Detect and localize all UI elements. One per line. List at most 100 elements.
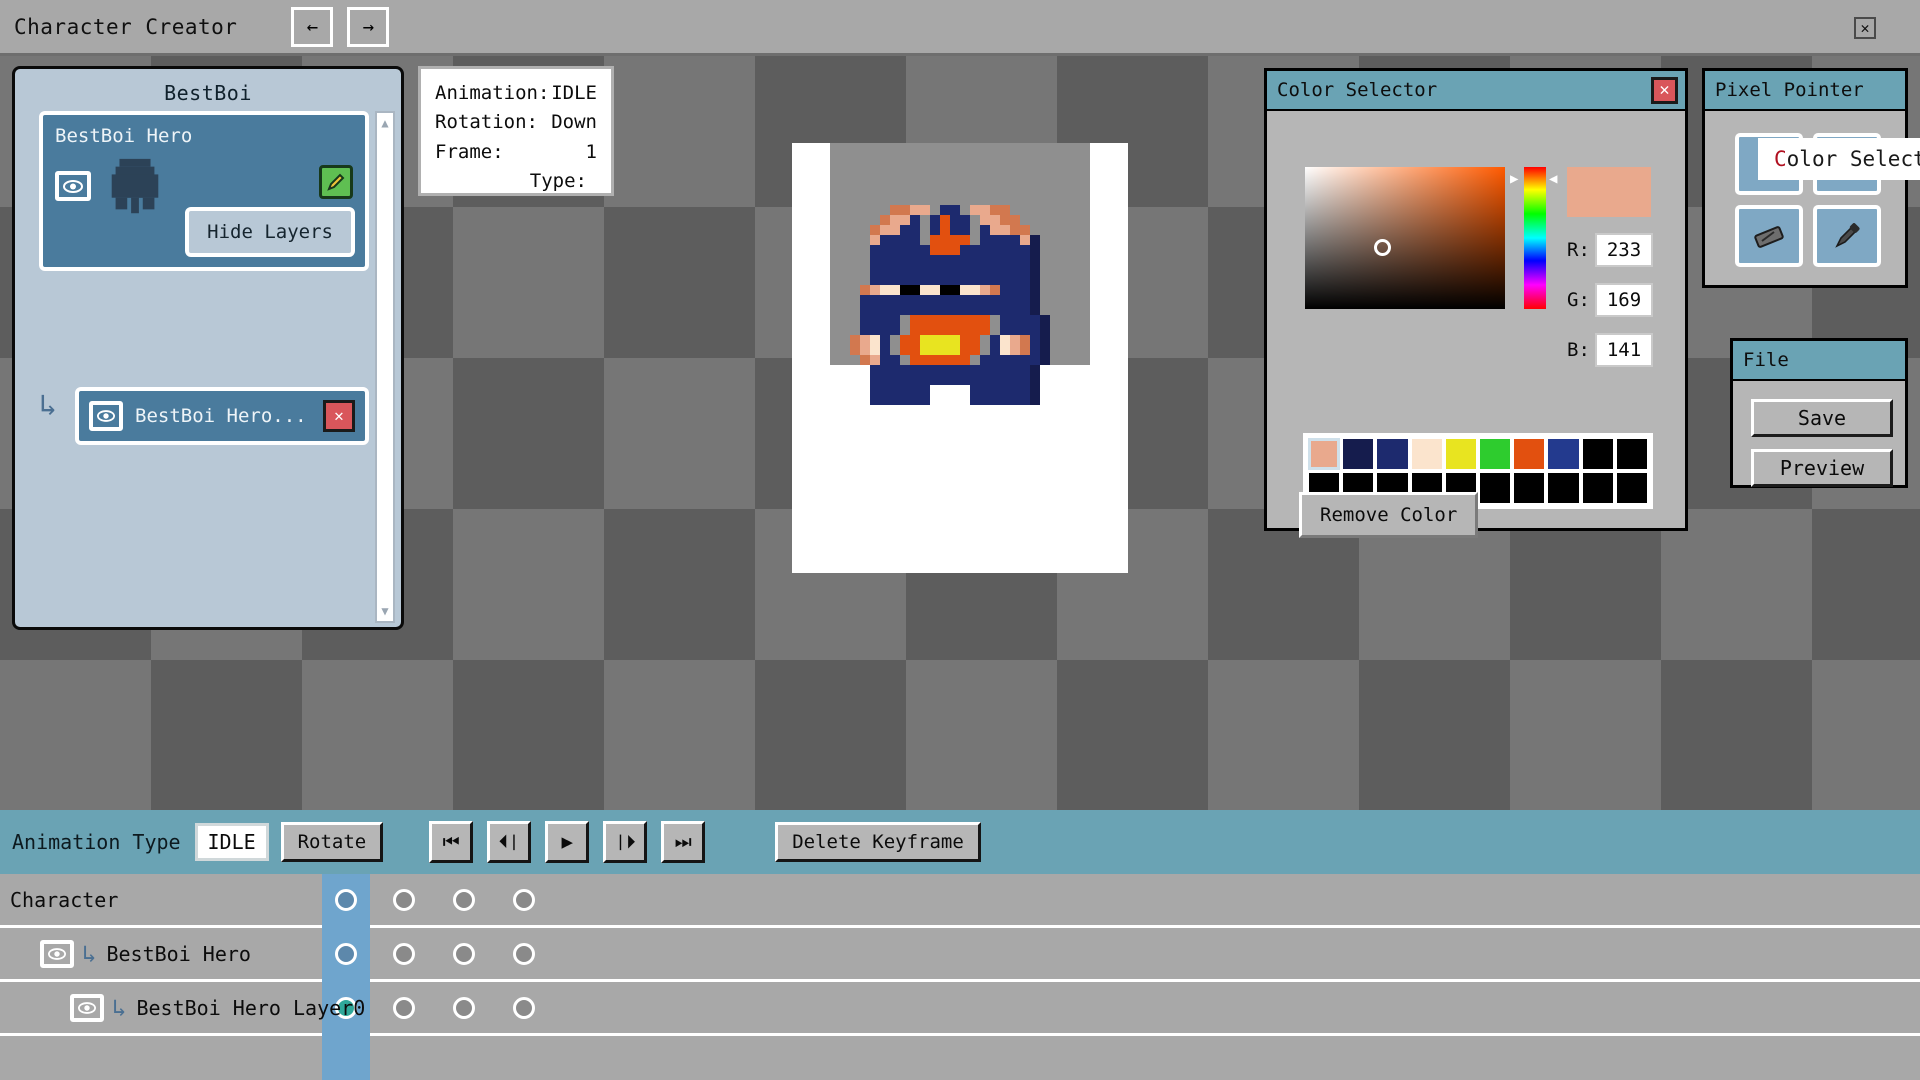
timeline-row[interactable]: ↳ BestBoi Hero Layer0 [0, 982, 1920, 1036]
palette-swatch[interactable] [1410, 438, 1443, 471]
blue-input[interactable]: 141 [1595, 333, 1653, 367]
red-channel-row: R: 233 [1567, 233, 1653, 267]
info-key: Frame: [435, 140, 504, 163]
info-value: 1 [585, 140, 597, 163]
timeline-row-label: BestBoi Hero Layer0 [136, 995, 366, 1020]
file-panel-title-bar: File [1733, 341, 1905, 381]
preview-button[interactable]: Preview [1751, 449, 1893, 487]
info-row-rotation: Rotation: Down [435, 108, 597, 137]
timeline-row[interactable]: ↳ BestBoi Hero [0, 928, 1920, 982]
layers-panel: BestBoi ▲ ▼ BestBoi Hero Hide Layers ↳ B… [12, 66, 404, 630]
info-row-animation: Animation: IDLE [435, 79, 597, 108]
step-back-button[interactable]: ⏴❘ [487, 821, 532, 863]
rotate-button[interactable]: Rotate [280, 822, 384, 862]
hide-layers-button[interactable]: Hide Layers [185, 207, 355, 257]
hue-arrow-left-icon: ◀ [1549, 171, 1558, 187]
play-button[interactable]: ▶ [545, 821, 590, 863]
delete-keyframe-button[interactable]: Delete Keyframe [775, 822, 981, 862]
window-close-button[interactable]: ✕ [1854, 17, 1876, 39]
eye-icon[interactable] [70, 993, 104, 1022]
step-forward-button[interactable]: ❘⏵ [603, 821, 648, 863]
nav-forward-button[interactable]: → [347, 6, 390, 47]
keyframe-marker[interactable] [513, 942, 535, 965]
tooltip: Color Select [1758, 138, 1920, 180]
layer-thumbnail-icon [111, 158, 159, 214]
eye-icon[interactable] [89, 401, 123, 431]
keyframe-marker[interactable] [393, 888, 415, 911]
keyframe-marker[interactable] [453, 942, 475, 965]
jump-to-start-button[interactable]: ⏮ [429, 821, 474, 863]
green-input[interactable]: 169 [1595, 283, 1653, 317]
keyframe-marker[interactable] [335, 888, 357, 911]
navigation-buttons: ← → [277, 6, 390, 47]
current-color-preview [1567, 167, 1651, 217]
color-selector-title: Color Selector [1277, 79, 1438, 101]
hue-slider[interactable] [1524, 167, 1546, 309]
layers-panel-title: BestBoi [164, 81, 252, 105]
info-key: Animation: [435, 82, 550, 104]
palette-swatch[interactable] [1479, 472, 1512, 505]
palette-swatch[interactable] [1581, 438, 1614, 471]
animation-type-label: Animation Type [12, 830, 181, 854]
timeline-empty-row[interactable] [0, 1036, 1920, 1080]
palette-swatch[interactable] [1581, 472, 1614, 505]
keyframe-marker[interactable] [513, 888, 535, 911]
info-row-frame: Frame: 1 [435, 138, 597, 167]
sv-cursor-icon[interactable] [1374, 239, 1391, 256]
keyframe-marker[interactable] [513, 996, 535, 1019]
palette-swatch[interactable] [1547, 438, 1580, 471]
jump-to-end-button[interactable]: ⏭ [661, 821, 706, 863]
info-value: IDLE [551, 82, 597, 104]
remove-color-button[interactable]: Remove Color [1299, 492, 1479, 538]
info-key: Rotation: [435, 111, 538, 134]
saturation-value-field[interactable] [1305, 167, 1505, 309]
tooltip-text: olor Select [1786, 147, 1920, 171]
info-value: Down [551, 111, 597, 134]
palette-swatch[interactable] [1376, 438, 1409, 471]
blue-channel-row: B: 141 [1567, 333, 1653, 367]
palette-swatch[interactable] [1342, 438, 1375, 471]
red-input[interactable]: 233 [1595, 233, 1653, 267]
save-button[interactable]: Save [1751, 399, 1893, 437]
palette-swatch[interactable] [1308, 438, 1341, 471]
layers-scrollbar[interactable]: ▲ ▼ [375, 111, 395, 623]
timeline-row[interactable]: Character [0, 874, 1920, 928]
info-row-type: Type: [435, 167, 597, 196]
file-panel-title: File [1743, 349, 1789, 371]
palette-swatch[interactable] [1513, 438, 1546, 471]
close-icon[interactable]: ✕ [1651, 77, 1678, 104]
color-selector-window: Color Selector ✕ ▶ ◀ R: 233 G: 169 B: 14… [1264, 68, 1688, 538]
nav-back-button[interactable]: ← [291, 6, 334, 47]
palette-swatch[interactable] [1615, 472, 1649, 505]
scroll-up-icon[interactable]: ▲ [381, 116, 388, 130]
palette-swatch[interactable] [1615, 438, 1649, 471]
eyedropper-tool-button[interactable] [1813, 205, 1881, 267]
keyframe-marker[interactable] [335, 942, 357, 965]
keyframe-marker[interactable] [393, 942, 415, 965]
animation-type-input[interactable]: IDLE [194, 823, 269, 861]
pencil-icon[interactable] [319, 165, 353, 199]
sprite-page[interactable] [792, 143, 1128, 573]
palette-swatch[interactable] [1479, 438, 1512, 471]
eraser-tool-button[interactable] [1735, 205, 1803, 267]
scroll-down-icon[interactable]: ▼ [381, 604, 388, 618]
character-sprite[interactable] [850, 205, 1050, 405]
palette-swatch[interactable] [1547, 472, 1580, 505]
animation-info-box: Animation: IDLE Rotation: Down Frame: 1 … [418, 66, 614, 196]
keyframe-marker[interactable] [453, 888, 475, 911]
palette-swatch[interactable] [1444, 438, 1478, 471]
delete-layer-button[interactable]: ✕ [323, 400, 355, 432]
palette-swatch[interactable] [1513, 472, 1546, 505]
timeline-row-label: BestBoi Hero [106, 941, 251, 966]
pixel-pointer-title: Pixel Pointer [1715, 79, 1864, 101]
layer-item-row[interactable]: BestBoi Hero... ✕ [75, 387, 369, 445]
keyframe-track [322, 928, 573, 979]
eye-icon[interactable] [55, 171, 91, 201]
hue-arrow-right-icon: ▶ [1510, 171, 1519, 187]
green-label: G: [1567, 289, 1590, 311]
layer-group-card[interactable]: BestBoi Hero Hide Layers [39, 111, 369, 271]
row-indent-arrow-icon: ↳ [112, 993, 127, 1022]
keyframe-marker[interactable] [393, 996, 415, 1019]
keyframe-marker[interactable] [453, 996, 475, 1019]
eye-icon[interactable] [40, 939, 74, 968]
